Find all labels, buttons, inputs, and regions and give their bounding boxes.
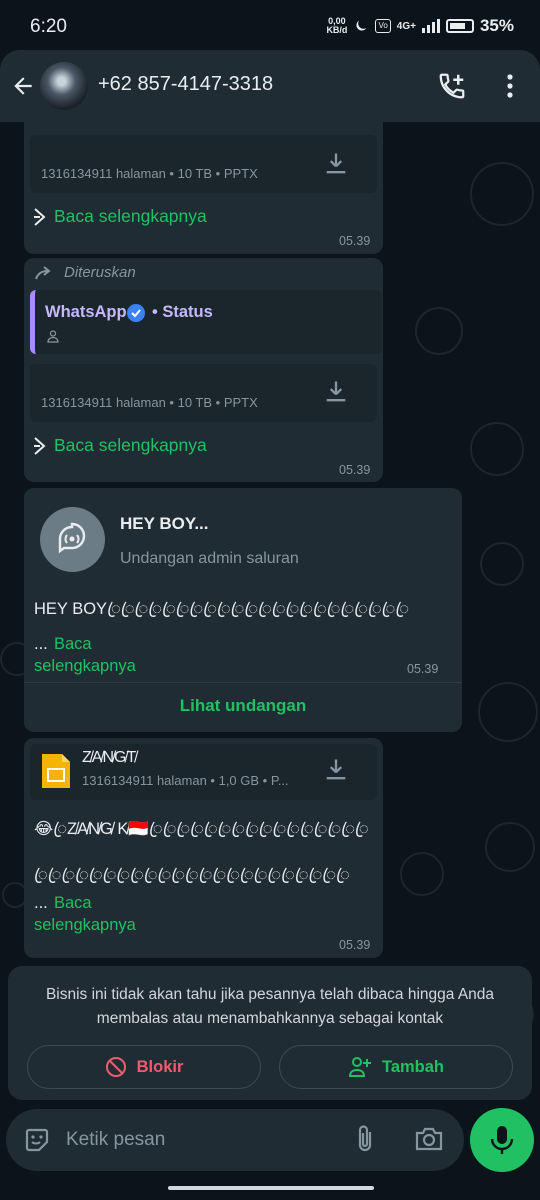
invite-subtitle: Undangan admin saluran [120, 550, 299, 567]
volte-icon: Vo [375, 19, 391, 33]
verified-badge-icon [126, 303, 146, 323]
forwarded-label: Diteruskan [64, 264, 136, 281]
file-name: Z̸A̸N̸G̸T̸ [82, 749, 137, 766]
file-meta: 1316134911 halaman • 10 TB • PPTX [41, 166, 258, 181]
block-icon [105, 1056, 127, 1078]
add-contact-button[interactable]: Tambah [279, 1045, 513, 1089]
message-input[interactable]: Ketik pesan [66, 1129, 165, 1151]
signal-icon [421, 19, 440, 33]
message-text-line: ꦿꦿꦿꦿꦿꦿꦿꦿꦿꦿꦿꦿꦿꦿꦿꦿꦿꦿꦿꦿꦿꦿꦿ [34, 866, 350, 884]
divider [24, 682, 462, 683]
avatar[interactable] [40, 62, 88, 110]
network-label: 4G+ [396, 20, 416, 32]
file-meta: 1316134911 halaman • 10 TB • PPTX [41, 395, 258, 410]
slides-file-icon [40, 752, 72, 790]
forwarded-icon [34, 264, 56, 282]
quote-sender: WhatsApp [45, 303, 127, 321]
battery-percent: 35% [479, 16, 514, 35]
add-call-icon[interactable] [437, 71, 467, 101]
channel-icon [55, 522, 89, 556]
read-more-link-cont[interactable]: selengkapnya [34, 914, 136, 936]
read-more-link[interactable]: Baca [54, 633, 92, 655]
block-button[interactable]: Blokir [27, 1045, 261, 1089]
camera-icon[interactable] [414, 1125, 444, 1153]
status-time: 6:20 [30, 16, 67, 37]
more-options-icon[interactable] [500, 72, 520, 100]
add-person-icon [348, 1056, 372, 1078]
read-more-icon [33, 435, 49, 457]
moon-icon [353, 18, 369, 34]
add-label: Tambah [381, 1057, 445, 1076]
net-speed: 0,00 KB/d [326, 16, 348, 35]
invite-title: HEY BOY... [120, 514, 209, 533]
message-time: 05.39 [339, 234, 371, 248]
download-icon[interactable] [322, 756, 350, 784]
contact-title[interactable]: +62 857-4147-3318 [98, 73, 273, 96]
download-icon[interactable] [322, 378, 350, 406]
read-more-link[interactable]: Baca selengkapnya [54, 435, 207, 456]
ellipsis: ... [34, 894, 48, 912]
read-more-icon [33, 206, 49, 228]
message-time: 05.39 [339, 938, 371, 952]
block-label: Blokir [136, 1057, 184, 1076]
ellipsis: ... [34, 635, 48, 653]
read-more-link[interactable]: Baca selengkapnya [54, 206, 207, 227]
emoji-sticker-icon[interactable] [23, 1126, 51, 1154]
back-arrow-icon[interactable] [10, 73, 36, 99]
message-text-line: 😂ꦿZ̸A̸N̸G̸ K̸🇮🇩ꦿꦿꦿꦿꦿꦿꦿꦿꦿꦿꦿꦿꦿꦿꦿꦿ [34, 820, 369, 838]
message-time: 05.39 [339, 463, 371, 477]
read-more-link-cont[interactable]: selengkapnya [34, 655, 136, 677]
file-meta: 1316134911 halaman • 1,0 GB • P... [82, 773, 289, 788]
microphone-icon [489, 1124, 515, 1156]
business-notice-text: Bisnis ini tidak akan tahu jika pesannya… [45, 986, 495, 1027]
message-text: HEY BOYꦿꦿꦿꦿꦿꦿꦿꦿꦿꦿꦿꦿꦿꦿꦿꦿꦿꦿꦿꦿꦿꦿ [34, 600, 410, 618]
person-icon [46, 329, 60, 343]
quote-suffix: • Status [152, 303, 213, 321]
battery-icon [445, 19, 474, 33]
message-time: 05.39 [407, 662, 439, 676]
read-more-link[interactable]: Baca [54, 892, 92, 914]
quoted-status[interactable] [30, 290, 382, 354]
attach-icon[interactable] [353, 1124, 379, 1154]
gesture-handle [168, 1186, 374, 1190]
download-icon[interactable] [322, 150, 350, 178]
view-invite-button[interactable]: Lihat undangan [24, 696, 462, 716]
status-icons: 0,00 KB/d Vo 4G+ 35% [326, 16, 514, 36]
